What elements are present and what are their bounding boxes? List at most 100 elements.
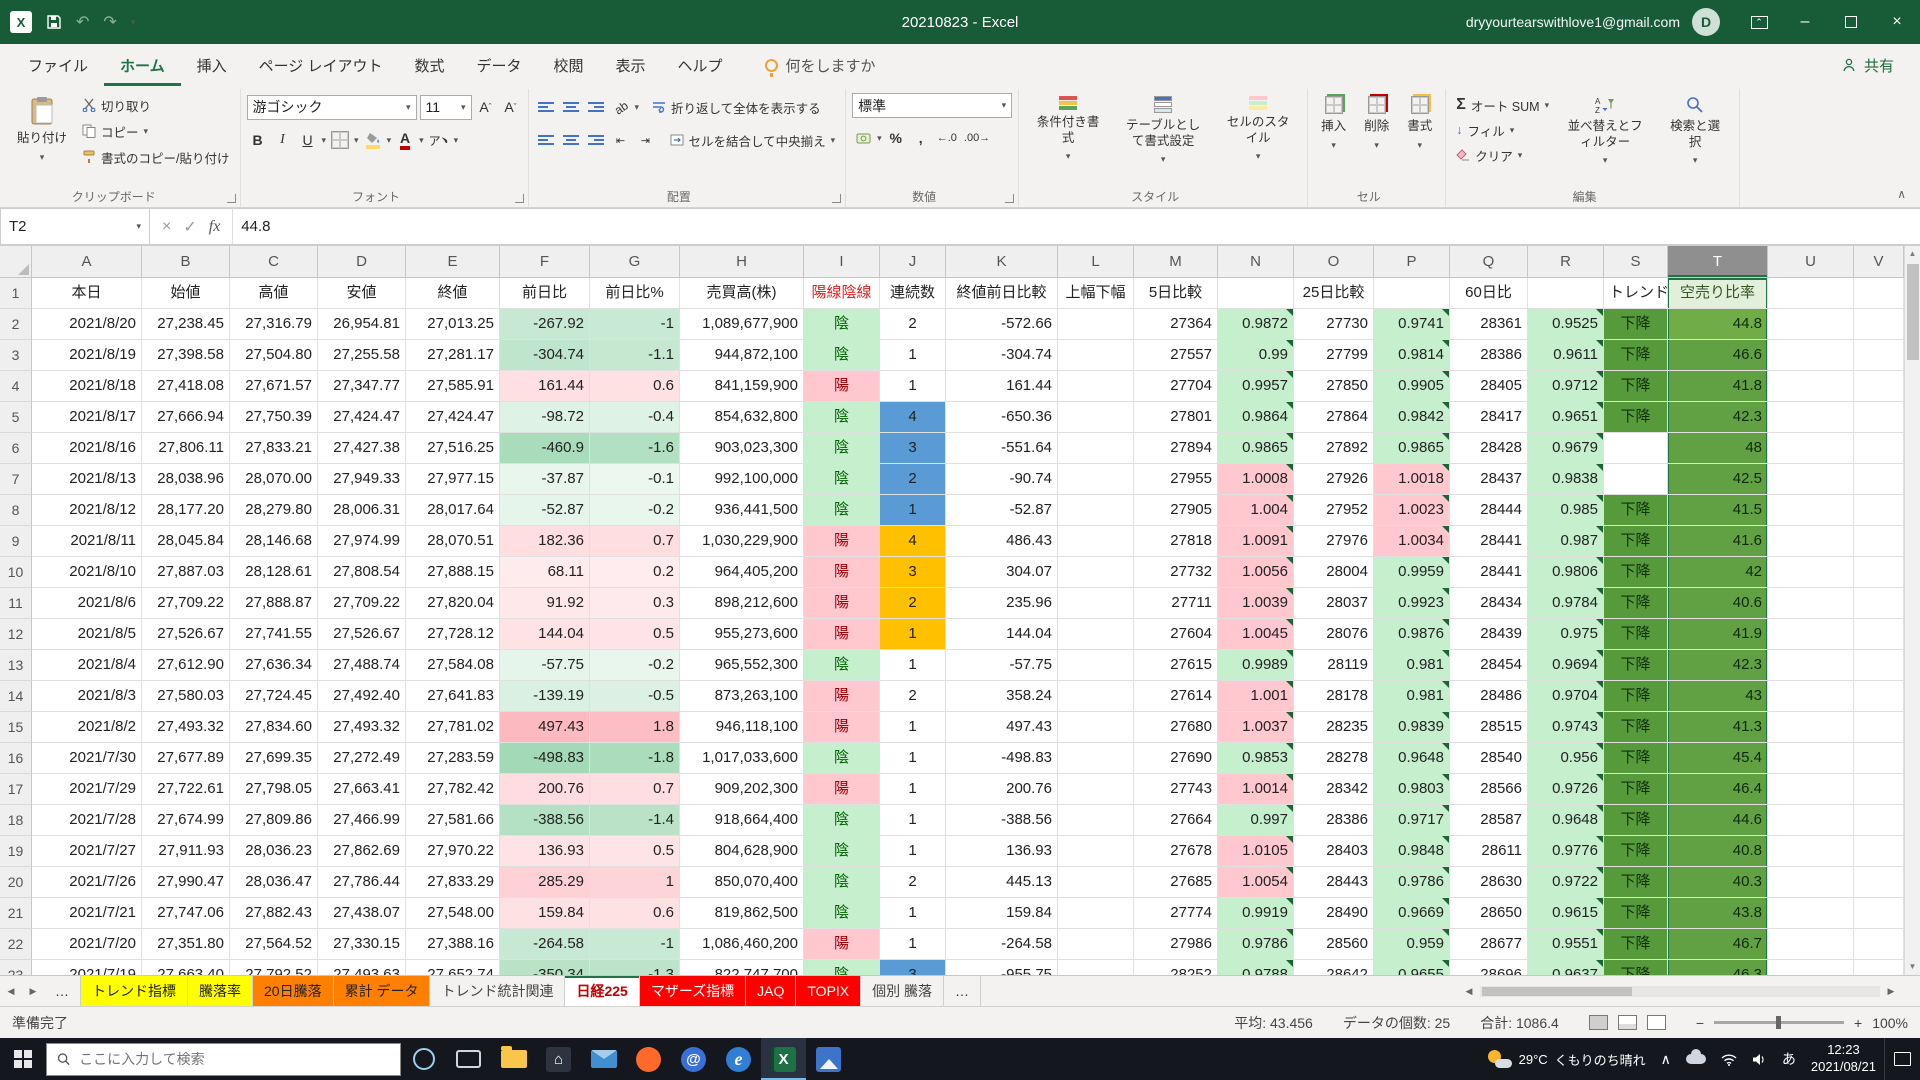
cell-F1[interactable]: 前日比	[500, 278, 590, 309]
cell-P6[interactable]: 0.9865	[1374, 433, 1450, 464]
cell-U15[interactable]	[1768, 712, 1854, 743]
cell-S3[interactable]: 下降	[1604, 340, 1668, 371]
merge-center-button[interactable]: セルを結合して中央揃え▾	[666, 128, 840, 152]
cell-C15[interactable]: 27,834.60	[230, 712, 318, 743]
cell-K5[interactable]: -650.36	[946, 402, 1058, 433]
cell-D4[interactable]: 27,347.77	[318, 371, 406, 402]
cell-J4[interactable]: 1	[880, 371, 946, 402]
cell-Q16[interactable]: 28540	[1450, 743, 1528, 774]
cell-C13[interactable]: 27,636.34	[230, 650, 318, 681]
cell-D20[interactable]: 27,786.44	[318, 867, 406, 898]
cell-P2[interactable]: 0.9741	[1374, 309, 1450, 340]
delete-cells-button[interactable]: 削除▾	[1357, 91, 1396, 189]
cell-Q4[interactable]: 28405	[1450, 371, 1528, 402]
cell-E22[interactable]: 27,388.16	[406, 929, 500, 960]
vertical-scrollbar[interactable]: ▲ ▼	[1904, 246, 1920, 975]
sheet-tab-日経225[interactable]: 日経225	[565, 976, 639, 1006]
cell-R19[interactable]: 0.9776	[1528, 836, 1604, 867]
cell-B1[interactable]: 始値	[142, 278, 230, 309]
row-header-18[interactable]: 18	[0, 805, 32, 836]
cell-R7[interactable]: 0.9838	[1528, 464, 1604, 495]
cell-U8[interactable]	[1768, 495, 1854, 526]
cell-D23[interactable]: 27,493.63	[318, 960, 406, 975]
col-header-H[interactable]: H	[680, 246, 804, 278]
align-top-button[interactable]	[535, 96, 557, 119]
cell-Q12[interactable]: 28439	[1450, 619, 1528, 650]
file-explorer-icon[interactable]	[491, 1038, 536, 1080]
cell-T2[interactable]: 44.8	[1668, 309, 1768, 340]
scroll-left-arrow[interactable]: ◀	[1460, 976, 1478, 1006]
cell-P22[interactable]: 0.959	[1374, 929, 1450, 960]
ribbon-tab-home[interactable]: ホーム	[104, 44, 181, 86]
cell-H22[interactable]: 1,086,460,200	[680, 929, 804, 960]
cell-T18[interactable]: 44.6	[1668, 805, 1768, 836]
cell-D10[interactable]: 27,808.54	[318, 557, 406, 588]
cell-B3[interactable]: 27,398.58	[142, 340, 230, 371]
cell-D12[interactable]: 27,526.67	[318, 619, 406, 650]
cell-Q11[interactable]: 28434	[1450, 588, 1528, 619]
cell-R20[interactable]: 0.9722	[1528, 867, 1604, 898]
cell-I12[interactable]: 陽	[804, 619, 880, 650]
cell-I13[interactable]: 陰	[804, 650, 880, 681]
cell-N6[interactable]: 0.9865	[1218, 433, 1294, 464]
cell-I8[interactable]: 陰	[804, 495, 880, 526]
cell-U11[interactable]	[1768, 588, 1854, 619]
cell-B12[interactable]: 27,526.67	[142, 619, 230, 650]
increase-decimal-button[interactable]: ←.0	[935, 127, 959, 150]
cell-E2[interactable]: 27,013.25	[406, 309, 500, 340]
cut-button[interactable]: 切り取り	[78, 93, 233, 117]
cell-B20[interactable]: 27,990.47	[142, 867, 230, 898]
cell-P19[interactable]: 0.9848	[1374, 836, 1450, 867]
cell-G8[interactable]: -0.2	[590, 495, 680, 526]
cell-D16[interactable]: 27,272.49	[318, 743, 406, 774]
cell-U22[interactable]	[1768, 929, 1854, 960]
cell-Q10[interactable]: 28441	[1450, 557, 1528, 588]
cell-P15[interactable]: 0.9839	[1374, 712, 1450, 743]
cell-R8[interactable]: 0.985	[1528, 495, 1604, 526]
cell-M9[interactable]: 27818	[1134, 526, 1218, 557]
sort-filter-button[interactable]: AZ 並べ替えとフィルター▾	[1557, 91, 1653, 189]
cell-J5[interactable]: 4	[880, 402, 946, 433]
row-header-21[interactable]: 21	[0, 898, 32, 929]
cell-H11[interactable]: 898,212,600	[680, 588, 804, 619]
cell-U20[interactable]	[1768, 867, 1854, 898]
align-middle-button[interactable]	[560, 96, 582, 119]
cell-U17[interactable]	[1768, 774, 1854, 805]
cell-R17[interactable]: 0.9726	[1528, 774, 1604, 805]
ribbon-tab-help[interactable]: ヘルプ	[662, 44, 739, 86]
cell-P10[interactable]: 0.9959	[1374, 557, 1450, 588]
cell-Q13[interactable]: 28454	[1450, 650, 1528, 681]
cell-I4[interactable]: 陽	[804, 371, 880, 402]
normal-view-button[interactable]	[1589, 1015, 1608, 1030]
row-header-8[interactable]: 8	[0, 495, 32, 526]
cell-D1[interactable]: 安値	[318, 278, 406, 309]
ime-mode-indicator[interactable]: あ	[1782, 1049, 1796, 1069]
cell-M17[interactable]: 27743	[1134, 774, 1218, 805]
cell-D7[interactable]: 27,949.33	[318, 464, 406, 495]
font-name-combo[interactable]: 游ゴシック▾	[247, 95, 417, 120]
cell-K1[interactable]: 終値前日比較	[946, 278, 1058, 309]
cell-E1[interactable]: 終値	[406, 278, 500, 309]
cell-O17[interactable]: 28342	[1294, 774, 1374, 805]
cell-A5[interactable]: 2021/8/17	[32, 402, 142, 433]
sheet-tabs-overflow-right[interactable]: …	[944, 976, 981, 1006]
cell-P23[interactable]: 0.9655	[1374, 960, 1450, 975]
col-header-T[interactable]: T	[1668, 246, 1768, 278]
cell-J6[interactable]: 3	[880, 433, 946, 464]
cell-J3[interactable]: 1	[880, 340, 946, 371]
cell-V19[interactable]	[1854, 836, 1904, 867]
cell-G18[interactable]: -1.4	[590, 805, 680, 836]
cell-N5[interactable]: 0.9864	[1218, 402, 1294, 433]
cell-A10[interactable]: 2021/8/10	[32, 557, 142, 588]
cell-P16[interactable]: 0.9648	[1374, 743, 1450, 774]
cell-C12[interactable]: 27,741.55	[230, 619, 318, 650]
cell-U16[interactable]	[1768, 743, 1854, 774]
cell-A19[interactable]: 2021/7/27	[32, 836, 142, 867]
cell-N10[interactable]: 1.0056	[1218, 557, 1294, 588]
cell-A14[interactable]: 2021/8/3	[32, 681, 142, 712]
cell-G15[interactable]: 1.8	[590, 712, 680, 743]
cell-N20[interactable]: 1.0054	[1218, 867, 1294, 898]
cell-K2[interactable]: -572.66	[946, 309, 1058, 340]
cell-D13[interactable]: 27,488.74	[318, 650, 406, 681]
cell-S2[interactable]: 下降	[1604, 309, 1668, 340]
